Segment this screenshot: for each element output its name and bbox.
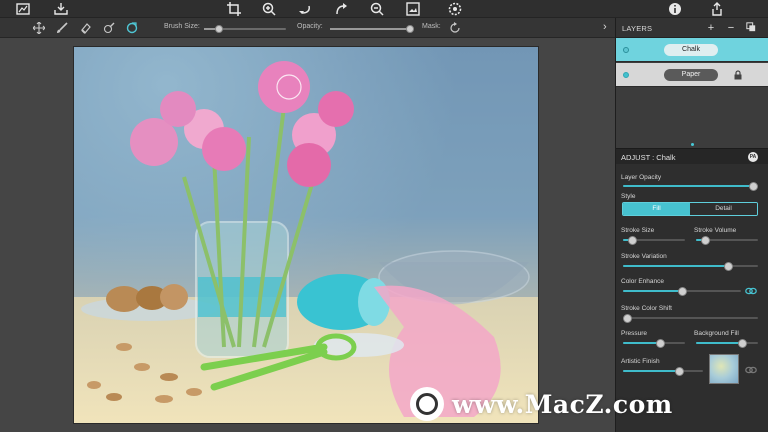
layer-visibility-dot[interactable] (623, 47, 629, 53)
watermark-logo-icon (410, 387, 444, 421)
opacity-fill (330, 28, 410, 30)
slider-fill (623, 265, 729, 267)
stroke-volume-slider[interactable] (696, 236, 758, 245)
slider-thumb[interactable] (723, 262, 733, 271)
layer-visibility-dot[interactable] (623, 72, 629, 78)
layer-item-paper[interactable]: Paper (616, 63, 768, 87)
clone-icon[interactable] (124, 20, 140, 36)
link-icon[interactable] (745, 287, 757, 295)
picture-icon[interactable] (405, 1, 421, 17)
slider-thumb[interactable] (622, 314, 632, 323)
layers-header: LAYERS + − (616, 18, 768, 38)
mask-reset-icon[interactable] (447, 20, 463, 36)
stroke-size-slider[interactable] (623, 236, 685, 245)
opacity-thumb[interactable] (406, 25, 414, 33)
slider-thumb[interactable] (677, 287, 687, 296)
image-frame-icon[interactable] (15, 1, 31, 17)
canvas-workspace (0, 38, 615, 432)
background-fill-label: Background Fill (694, 330, 739, 337)
slider-thumb[interactable] (627, 236, 637, 245)
color-enhance-slider[interactable] (623, 287, 741, 296)
panel-toggle-arrow[interactable]: › (603, 21, 607, 33)
add-layer-button[interactable]: + (705, 22, 717, 34)
dropper-icon[interactable] (101, 20, 117, 36)
undo-icon[interactable] (297, 1, 313, 17)
slider-thumb[interactable] (674, 367, 684, 376)
stroke-variation-label: Stroke Variation (621, 253, 667, 260)
eraser-icon[interactable] (78, 20, 94, 36)
brush-size-slider[interactable] (204, 25, 286, 33)
share-icon[interactable] (709, 1, 725, 17)
color-enhance-label: Color Enhance (621, 278, 664, 285)
background-fill-slider[interactable] (696, 339, 758, 348)
artwork-canvas[interactable] (73, 46, 539, 424)
zoom-out-icon[interactable] (369, 1, 385, 17)
remove-layer-button[interactable]: − (725, 22, 737, 34)
slider-fill (696, 342, 743, 344)
layer-name: Chalk (664, 44, 718, 56)
slider-thumb[interactable] (700, 236, 710, 245)
redo-icon[interactable] (333, 1, 349, 17)
stroke-color-shift-label: Stroke Color Shift (621, 305, 672, 312)
mask-label: Mask: (422, 23, 441, 30)
stroke-variation-slider[interactable] (623, 262, 758, 271)
opacity-slider[interactable] (330, 25, 414, 33)
panel-divider-handle[interactable] (691, 143, 694, 146)
settings-icon[interactable] (447, 1, 463, 17)
layers-title: LAYERS (622, 24, 653, 33)
artistic-finish-slider[interactable] (623, 367, 703, 376)
slider-fill (623, 185, 754, 187)
adjust-header: ADJUST : Chalk PA (616, 148, 768, 164)
stroke-size-label: Stroke Size (621, 227, 655, 234)
slider-fill (623, 370, 679, 372)
link-icon[interactable] (745, 366, 757, 374)
layer-opacity-slider[interactable] (623, 182, 759, 191)
opacity-label: Opacity: (297, 23, 323, 30)
adjust-title: ADJUST : Chalk (621, 153, 676, 162)
style-option-detail[interactable]: Detail (690, 203, 757, 215)
pressure-slider[interactable] (623, 339, 685, 348)
texture-thumbnail[interactable] (709, 354, 739, 384)
info-icon[interactable] (667, 1, 683, 17)
stroke-volume-label: Stroke Volume (694, 227, 737, 234)
stroke-color-shift-slider[interactable] (622, 314, 758, 323)
slider-fill (623, 342, 661, 344)
zoom-in-icon[interactable] (261, 1, 277, 17)
style-label: Style (621, 193, 636, 200)
brush-size-thumb[interactable] (214, 25, 223, 33)
save-tray-icon[interactable] (53, 1, 69, 17)
layer-item-chalk[interactable]: Chalk (616, 38, 768, 62)
layer-opacity-label: Layer Opacity (621, 174, 662, 181)
slider-fill (623, 290, 682, 292)
slider-thumb[interactable] (738, 339, 747, 348)
slider-thumb[interactable] (655, 339, 665, 348)
brush-toolbar: Brush Size: Opacity: Mask: › (0, 18, 615, 38)
crop-icon[interactable] (226, 1, 242, 17)
brush-icon[interactable] (54, 20, 70, 36)
lock-icon[interactable] (733, 70, 743, 80)
top-toolbar (0, 0, 768, 18)
pressure-label: Pressure (621, 330, 648, 337)
preset-badge-icon[interactable]: PA (748, 152, 758, 162)
chalk-painting-image (74, 47, 538, 423)
layer-name: Paper (664, 69, 718, 81)
style-segmented-control: Fill Detail (622, 202, 758, 216)
layers-list: Chalk Paper (616, 38, 768, 148)
duplicate-layer-icon[interactable] (745, 22, 757, 34)
style-option-fill[interactable]: Fill (623, 203, 690, 215)
brush-size-label: Brush Size: (164, 23, 200, 30)
artistic-finish-label: Artistic Finish (621, 358, 660, 365)
watermark-text: www.MacZ.com (452, 390, 673, 419)
move-icon[interactable] (31, 20, 47, 36)
